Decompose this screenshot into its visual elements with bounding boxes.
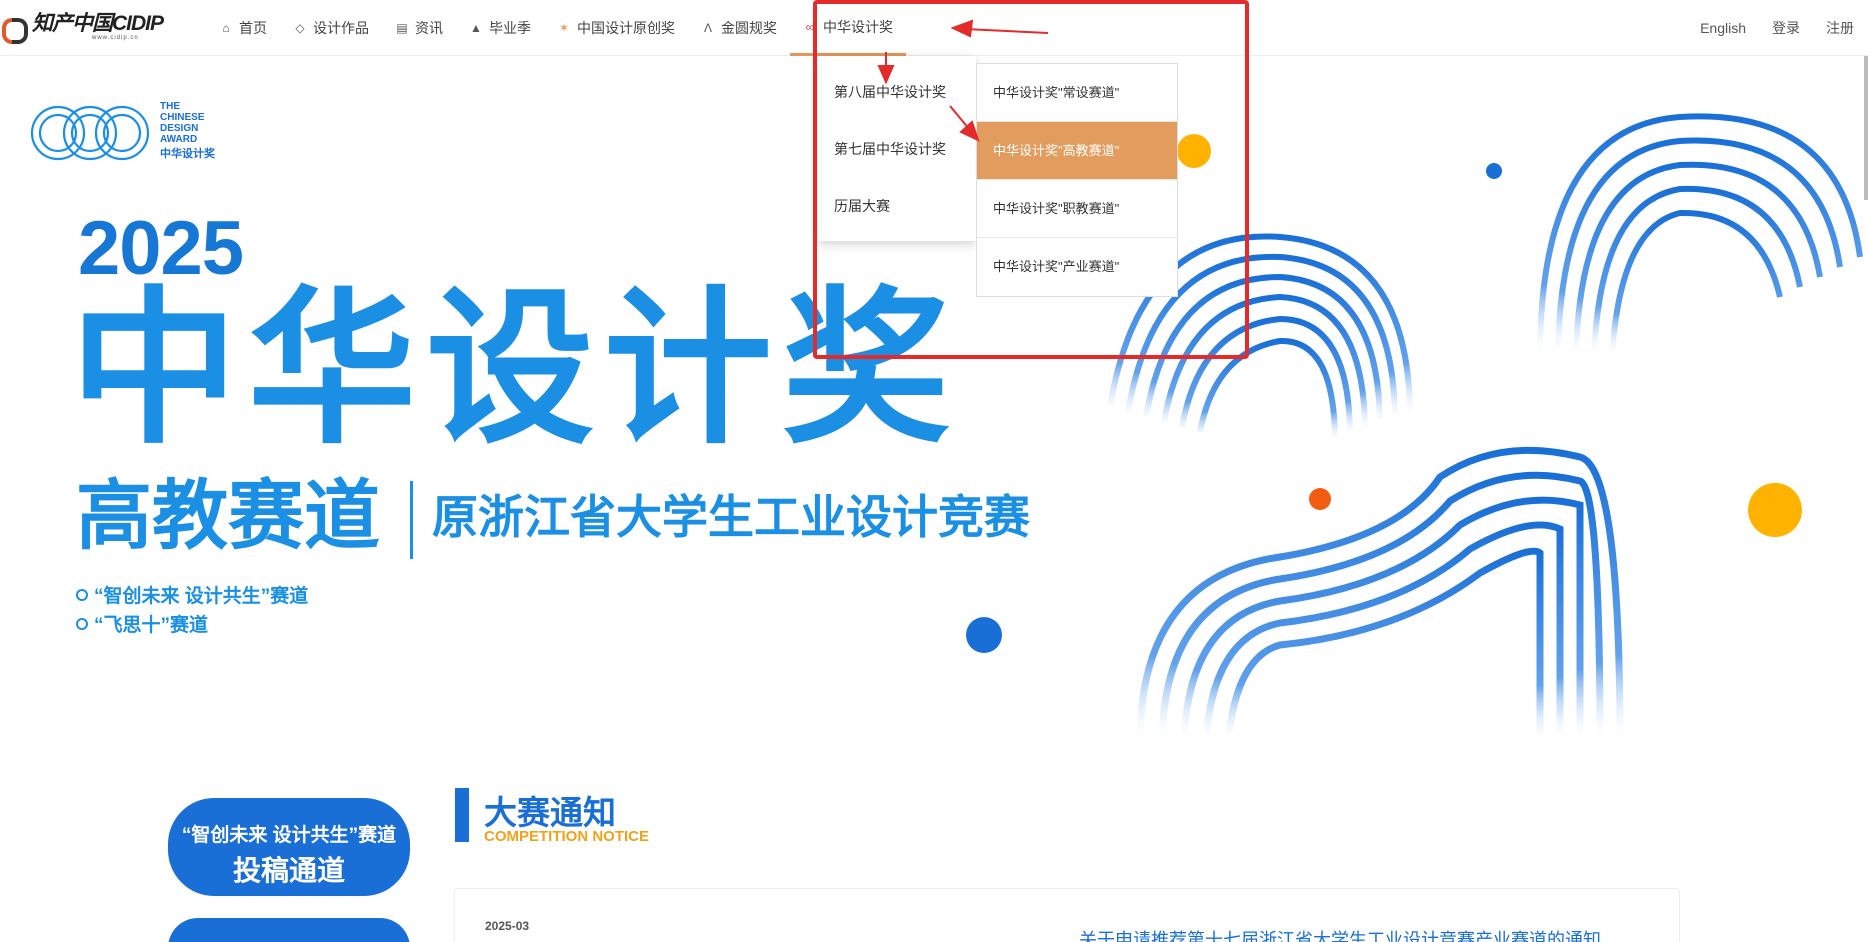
nav-item-label: 毕业季 xyxy=(489,20,531,36)
submenu-item-higher-education-track[interactable]: 中华设计奖"高教赛道" xyxy=(977,122,1177,180)
award-logo-line: AWARD xyxy=(160,134,198,145)
award-dropdown-menu: 第八届中华设计奖 第七届中华设计奖 历届大赛 xyxy=(818,56,976,241)
logo-mark-icon xyxy=(0,14,28,44)
nav-item-label: 首页 xyxy=(239,20,267,36)
award-rings-icon xyxy=(30,105,150,161)
submission-track-name: “智创未来 设计共生”赛道 xyxy=(181,825,397,846)
nav-item-label: 中华设计奖 xyxy=(823,18,893,35)
submenu-item-regular-track[interactable]: 中华设计奖"常设赛道" xyxy=(977,64,1177,122)
subtitle-divider xyxy=(410,481,413,559)
submission-channel-button[interactable]: “智创未来 设计共生”赛道 投稿通道 xyxy=(168,798,410,896)
notice-link[interactable]: 关于申请推荐第十七届浙江省大学生工业设计竞赛产业赛道的通知 xyxy=(1079,926,1601,942)
account-links: English 登录 注册 xyxy=(1700,0,1854,56)
notice-section-title: 大赛通知 xyxy=(484,794,616,831)
nav-item-golden-compass[interactable]: Λ 金圆规奖 xyxy=(688,0,790,56)
nav-item-label: 设计作品 xyxy=(313,20,369,36)
notice-date: 2025-03 xyxy=(485,919,530,933)
nav-item-design-works[interactable]: ◇ 设计作品 xyxy=(280,0,382,56)
nav-item-news[interactable]: ▤ 资讯 xyxy=(382,0,456,56)
nav-item-label: 资讯 xyxy=(415,20,443,36)
graduation-cap-icon: ▲ xyxy=(470,21,482,35)
register-link[interactable]: 注册 xyxy=(1826,18,1854,38)
nav-item-home[interactable]: ⌂ 首页 xyxy=(206,0,280,56)
nav-item-label: 金圆规奖 xyxy=(721,20,777,36)
notice-section-title-en: COMPETITION NOTICE xyxy=(484,828,649,845)
submenu-item-vocational-track[interactable]: 中华设计奖"职教赛道" xyxy=(977,180,1177,238)
banner-track-item: “飞思十”赛道 xyxy=(76,610,208,637)
top-navigation-bar: 知产中国CIDIP www.cidip.cn ⌂ 首页 ◇ 设计作品 ▤ 资讯 … xyxy=(0,0,1868,56)
circle-bullet-icon xyxy=(76,588,88,601)
chinese-design-award-logo: THE CHINESE DESIGN AWARD 中华设计奖 xyxy=(28,99,215,163)
nav-item-original-award[interactable]: ✶ 中国设计原创奖 xyxy=(544,0,688,56)
notice-list-item[interactable]: 2025-03 关于申请推荐第十七届浙江省大学生工业设计竞赛产业赛道的通知 xyxy=(454,888,1680,942)
award-logo-cn: 中华设计奖 xyxy=(160,148,215,160)
award-icon: ✶ xyxy=(558,21,570,35)
link-icon: ∞ xyxy=(805,19,815,34)
main-nav: ⌂ 首页 ◇ 设计作品 ▤ 资讯 ▲ 毕业季 ✶ 中国设计原创奖 Λ 金圆规奖 … xyxy=(206,0,906,56)
banner-track-item: “智创未来 设计共生”赛道 xyxy=(76,581,308,608)
banner-ribbon-artwork xyxy=(1107,113,1863,743)
circle-bullet-icon xyxy=(76,617,88,630)
home-icon: ⌂ xyxy=(222,21,230,35)
nav-item-china-design-award[interactable]: ∞ 中华设计奖 xyxy=(790,0,906,56)
award-track-submenu: 中华设计奖"常设赛道" 中华设计奖"高教赛道" 中华设计奖"职教赛道" 中华设计… xyxy=(976,63,1178,297)
language-english-link[interactable]: English xyxy=(1700,20,1746,36)
decorative-blue-dot xyxy=(966,617,1002,653)
compass-icon: Λ xyxy=(703,21,712,35)
award-logo-line: DESIGN xyxy=(160,123,199,134)
nav-item-graduation[interactable]: ▲ 毕业季 xyxy=(456,0,544,56)
site-logo[interactable]: 知产中国CIDIP www.cidip.cn xyxy=(0,10,164,44)
banner-subtitle-track: 高教赛道 xyxy=(76,474,380,559)
dropdown-item-eighth-award[interactable]: 第八届中华设计奖 xyxy=(818,66,976,123)
nav-item-label: 中国设计原创奖 xyxy=(577,20,675,36)
banner-subtitle-former-name: 原浙江省大学生工业设计竞赛 xyxy=(432,491,1030,543)
notice-title-bar xyxy=(455,788,469,842)
logo-url: www.cidip.cn xyxy=(92,35,139,41)
award-logo-line: CHINESE xyxy=(160,112,205,123)
submission-channel-label: 投稿通道 xyxy=(232,855,345,886)
login-link[interactable]: 登录 xyxy=(1772,18,1800,38)
newspaper-icon: ▤ xyxy=(396,21,408,35)
dropdown-item-seventh-award[interactable]: 第七届中华设计奖 xyxy=(818,123,976,180)
submenu-item-industry-track[interactable]: 中华设计奖"产业赛道" xyxy=(977,238,1177,296)
secondary-channel-button[interactable] xyxy=(168,918,410,942)
diamond-icon: ◇ xyxy=(295,21,305,35)
award-logo-line: THE xyxy=(160,101,180,112)
banner-title: 中华设计奖 xyxy=(70,275,960,463)
logo-text: 知产中国CIDIP xyxy=(32,12,164,35)
dropdown-item-past-contests[interactable]: 历届大赛 xyxy=(818,180,976,237)
